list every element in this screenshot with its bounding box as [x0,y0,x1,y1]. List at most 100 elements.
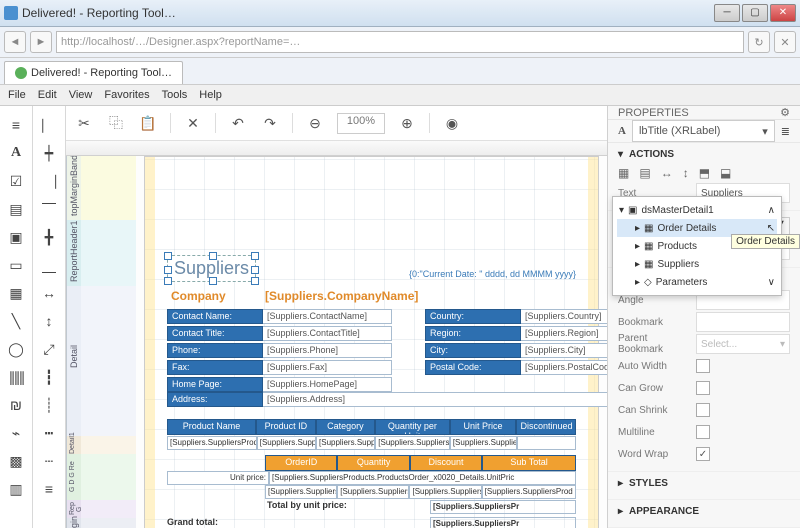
zoom-out-button[interactable]: ⊖ [305,113,325,133]
band-groupcols[interactable]: G D G Re [69,456,76,498]
tool-shape-icon[interactable]: ◯ [7,340,25,358]
tree-node-parameters[interactable]: ▸◇Parameters∨ [617,273,777,291]
prop-parentbookmark-select[interactable]: Select...▾ [696,334,790,354]
band-detail[interactable]: Detail [69,336,79,376]
vcenter-icon[interactable]: ↕ [683,166,689,180]
menu-edit[interactable]: Edit [38,89,57,101]
align-middle-icon[interactable]: ╋ [40,228,58,246]
band-reportheader[interactable]: ReportHeader1 [69,224,79,282]
size-width-icon[interactable]: ↔ [40,284,58,302]
hamburger-icon[interactable]: ≡ [7,116,25,134]
prop-wordwrap-checkbox[interactable]: ✓ [696,447,710,461]
align-grid-icon[interactable]: ▦ [618,166,629,180]
orders-row[interactable]: [Suppliers.Suppliers[Suppliers.Suppliers… [265,485,576,499]
menu-favorites[interactable]: Favorites [104,89,149,101]
size-both-icon[interactable]: ⤢ [40,340,58,358]
undo-button[interactable]: ↶ [228,113,248,133]
field-row[interactable]: Home Page:[Suppliers.HomePage] [167,377,392,392]
tool-table-icon[interactable]: ▦ [7,284,25,302]
prop-canshrink-checkbox[interactable] [696,403,710,417]
chevron-right-icon[interactable]: ▸ [618,478,623,489]
zoom-in-button[interactable]: ⊕ [397,113,417,133]
tool-sparkline-icon[interactable]: ⌁ [7,424,25,442]
size-grid-icon[interactable]: ▤ [639,166,650,180]
chevron-down-icon[interactable]: ▾ [618,149,623,160]
prop-autowidth-checkbox[interactable] [696,359,710,373]
align-top-icon[interactable]: ⎺ [40,200,58,218]
report-date-expr[interactable]: {0:"Current Date: " dddd, dd MMMM yyyy} [409,269,576,279]
address-row[interactable]: Address: [Suppliers.Address] [167,392,607,407]
band-bottommargin[interactable]: BottomMargin [69,524,79,528]
browser-tab[interactable]: Delivered! - Reporting Tool… [4,61,183,84]
unitprice-row[interactable]: Unit price: [Suppliers.SuppliersProducts… [167,471,576,485]
tree-node-root[interactable]: ▾▣dsMasterDetail1∧ [617,201,777,219]
align-bottom-icon[interactable]: ⎽ [40,256,58,274]
field-row[interactable]: Country:[Suppliers.Country] [425,309,607,324]
window-close-button[interactable]: ✕ [770,4,796,22]
field-row[interactable]: Region:[Suppliers.Region] [425,326,607,341]
prop-cangrow-checkbox[interactable] [696,381,710,395]
nav-back-button[interactable]: ◄ [4,31,26,53]
vspace-inc-icon[interactable]: ┄ [40,452,58,470]
nav-stop-button[interactable]: ✕ [774,31,796,53]
field-row[interactable]: Contact Title:[Suppliers.ContactTitle] [167,326,392,341]
delete-button[interactable]: ✕ [183,113,203,133]
nav-refresh-button[interactable]: ↻ [748,31,770,53]
field-row[interactable]: Contact Name:[Suppliers.ContactName] [167,309,392,324]
prop-bookmark-input[interactable] [696,312,790,332]
menu-tools[interactable]: Tools [162,89,188,101]
tool-line-icon[interactable]: ╲ [7,312,25,330]
settings-gear-icon[interactable]: ⚙ [780,106,790,119]
bring-front-icon[interactable]: ⬒ [699,166,710,180]
band-detail1[interactable]: Detail1 [69,436,76,454]
design-surface[interactable]: topMarginBand1 ReportHeader1 Detail Deta… [66,156,607,528]
orders-header[interactable]: OrderIDQuantityDiscountSub Total [265,455,576,471]
chevron-right-icon[interactable]: ▸ [618,506,623,517]
products-row[interactable]: [Suppliers.SuppliersProd[Suppliers.Suppl… [167,436,576,450]
tool-subreport-icon[interactable]: ▥ [7,480,25,498]
report-page[interactable]: Suppliers {0:"Current Date: " dddd, dd M… [144,156,599,528]
menu-view[interactable]: View [69,89,93,101]
company-row[interactable]: Company [Suppliers.CompanyName] [167,288,576,306]
align-center-icon[interactable]: ┿ [40,144,58,162]
tool-picture-icon[interactable]: ▣ [7,228,25,246]
products-header[interactable]: Product NameProduct IDCategoryQuantity p… [167,419,576,435]
window-minimize-button[interactable]: ─ [714,4,740,22]
hcenter-icon[interactable]: ↔ [661,166,673,180]
tool-pivot-icon[interactable]: ▩ [7,452,25,470]
grand-total-row[interactable]: Grand total: [Suppliers.SuppliersPr [167,517,576,528]
tool-richtext-icon[interactable]: ▤ [7,200,25,218]
nav-forward-button[interactable]: ► [30,31,52,53]
menu-help[interactable]: Help [199,89,222,101]
paste-button[interactable]: 📋 [138,113,158,133]
prop-multiline-checkbox[interactable] [696,425,710,439]
tool-panel-icon[interactable]: ▭ [7,256,25,274]
align-left-icon[interactable]: ⎸ [40,116,58,134]
tool-checkbox-icon[interactable]: ☑ [7,172,25,190]
zoom-input[interactable]: 100% [337,113,385,134]
field-row[interactable]: Phone:[Suppliers.Phone] [167,343,392,358]
menu-file[interactable]: File [8,89,26,101]
size-height-icon[interactable]: ↕ [40,312,58,330]
selected-element-dropdown[interactable]: lbTitle (XRLabel)▾ [632,120,775,142]
hspace-equal-icon[interactable]: ┇ [40,368,58,386]
tool-label-icon[interactable]: A [7,144,25,162]
hspace-inc-icon[interactable]: ┊ [40,396,58,414]
center-horiz-icon[interactable]: ≡ [40,480,58,498]
tool-chart-icon[interactable]: ₪ [7,396,25,414]
vspace-equal-icon[interactable]: ┅ [40,424,58,442]
field-row[interactable]: Fax:[Suppliers.Fax] [167,360,392,375]
url-input[interactable]: http://localhost/…/Designer.aspx?reportN… [56,31,744,53]
copy-button[interactable]: ⿻ [106,113,126,133]
tool-barcode-icon[interactable]: ∥∥∥ [7,368,25,386]
report-title-label[interactable]: Suppliers [167,255,256,282]
preview-button[interactable]: ◉ [442,113,462,133]
section-actions[interactable]: ACTIONS [629,149,674,160]
field-row[interactable]: Postal Code:[Suppliers.PostalCode] [425,360,607,375]
total-by-unit-row[interactable]: Total by unit price: [Suppliers.Supplier… [167,500,576,514]
datasource-icon[interactable]: ≣ [781,125,790,138]
send-back-icon[interactable]: ⬓ [720,166,731,180]
window-maximize-button[interactable]: ▢ [742,4,768,22]
cut-button[interactable]: ✂ [74,113,94,133]
section-styles[interactable]: STYLES [629,478,668,489]
